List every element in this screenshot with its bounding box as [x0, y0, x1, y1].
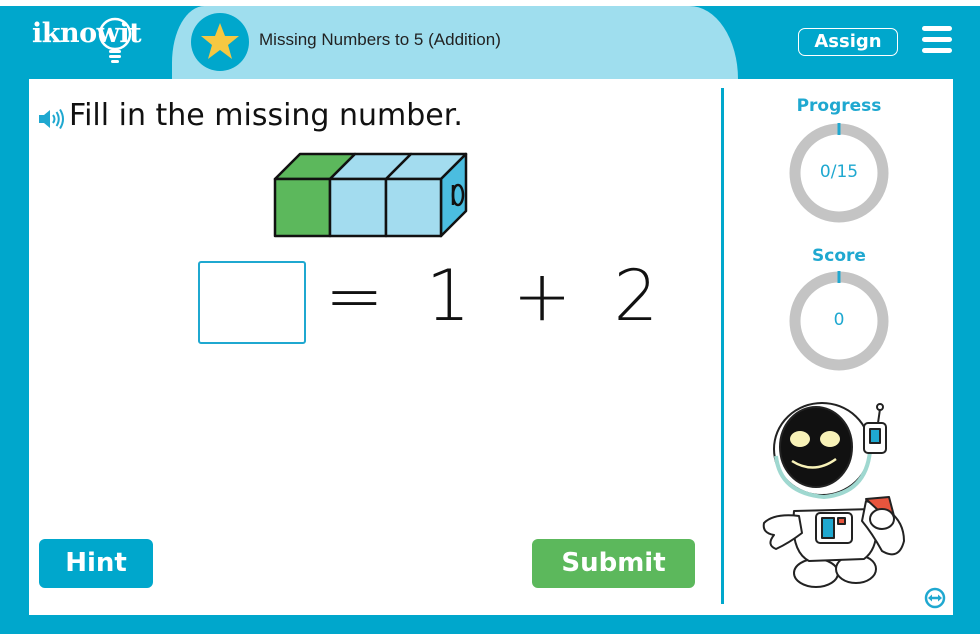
cube-green — [273, 177, 332, 238]
progress-ring-marker — [837, 123, 841, 135]
panel-divider — [721, 88, 724, 604]
score-label: Score — [812, 246, 866, 266]
question-panel: Fill in the missing number. = 1 + 2 Hint… — [29, 79, 953, 615]
answer-input[interactable] — [198, 261, 306, 344]
cube-blue — [328, 177, 388, 238]
speaker-icon[interactable] — [38, 108, 66, 130]
equals-sign: = — [325, 255, 384, 337]
star-icon — [201, 23, 239, 59]
lesson-title: Missing Numbers to 5 (Addition) — [259, 30, 501, 49]
connecting-cubes — [273, 152, 468, 238]
hint-button[interactable]: Hint — [39, 539, 153, 588]
score-ring-marker — [837, 271, 841, 283]
score-value: 0 — [833, 310, 845, 330]
lightbulb-icon — [98, 17, 132, 63]
lesson-star-badge — [191, 13, 249, 71]
expand-horizontal-icon[interactable] — [924, 587, 946, 609]
addend-1: 1 — [425, 255, 471, 337]
equation: = 1 + 2 — [325, 255, 678, 337]
question-prompt: Fill in the missing number. — [69, 98, 463, 133]
submit-button[interactable]: Submit — [532, 539, 695, 588]
hamburger-menu-icon[interactable] — [922, 26, 952, 53]
plus-sign: + — [512, 255, 572, 337]
astronaut-mascot — [762, 402, 905, 588]
cube-blue — [384, 177, 443, 238]
addend-2: 2 — [613, 255, 659, 337]
progress-label: Progress — [796, 96, 882, 116]
progress-value: 0/15 — [819, 162, 859, 182]
assign-button[interactable]: Assign — [798, 28, 898, 56]
